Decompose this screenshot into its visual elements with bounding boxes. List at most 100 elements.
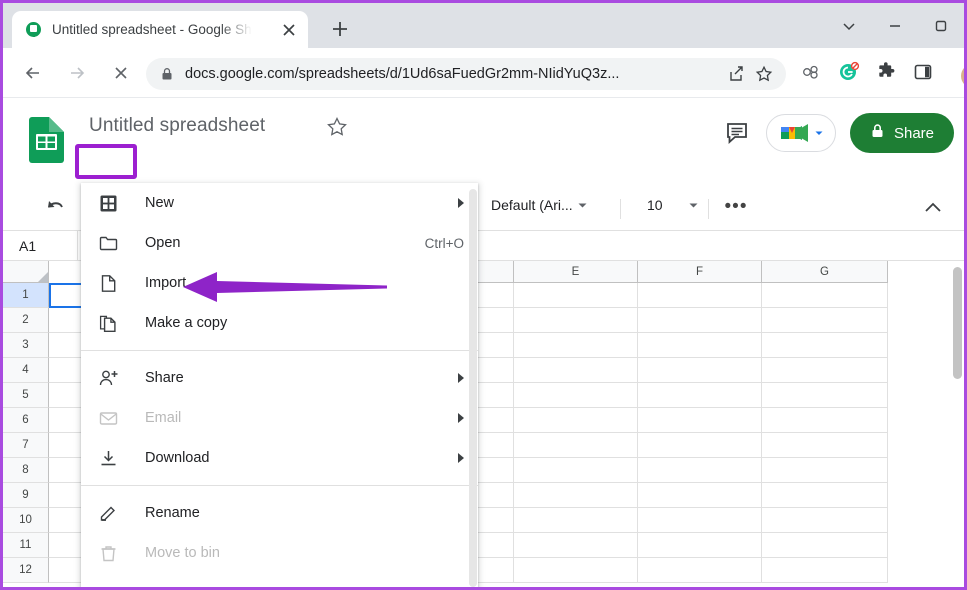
grid-cell[interactable] [638, 558, 762, 583]
bookmark-star-icon[interactable] [750, 60, 778, 88]
grid-cell[interactable] [514, 383, 638, 408]
grid-cell[interactable] [762, 433, 888, 458]
grid-cell[interactable] [638, 533, 762, 558]
menu-item-share[interactable]: Share [81, 358, 478, 398]
maximize-icon[interactable] [918, 5, 964, 47]
grid-cell[interactable] [638, 483, 762, 508]
grid-cell[interactable] [514, 283, 638, 308]
puzzle-extensions-icon[interactable] [872, 58, 900, 86]
comment-icon[interactable] [722, 118, 752, 148]
document-icon [99, 274, 121, 293]
grid-cell[interactable] [638, 308, 762, 333]
menu-separator [81, 485, 478, 486]
star-icon[interactable] [326, 116, 348, 138]
column-header-e[interactable]: E [514, 261, 638, 283]
row-header-11[interactable]: 11 [3, 533, 49, 558]
grid-cell[interactable] [638, 433, 762, 458]
grid-cell[interactable] [762, 333, 888, 358]
chevron-down-icon[interactable] [826, 5, 872, 47]
menu-item-download[interactable]: Download [81, 438, 478, 478]
share-icon[interactable] [722, 60, 750, 88]
grammarly-icon[interactable] [835, 58, 863, 86]
collapse-toolbar-button[interactable] [922, 197, 946, 221]
grid-cell[interactable] [514, 508, 638, 533]
page-title[interactable]: Untitled spreadsheet [89, 115, 265, 137]
column-header-f[interactable]: F [638, 261, 762, 283]
grid-cell[interactable] [762, 533, 888, 558]
menu-item-open[interactable]: OpenCtrl+O [81, 223, 478, 263]
font-size-dropdown[interactable]: 10 [635, 197, 699, 213]
link-chain-icon[interactable] [798, 58, 826, 86]
grid-cell[interactable] [638, 358, 762, 383]
tab-strip: Untitled spreadsheet - Google Sh [3, 3, 964, 48]
row-header-2[interactable]: 2 [3, 308, 49, 333]
grid-cell[interactable] [514, 308, 638, 333]
grid-cell[interactable] [762, 283, 888, 308]
menu-item-rename[interactable]: Rename [81, 493, 478, 533]
grid-cell[interactable] [762, 408, 888, 433]
minimize-icon[interactable] [872, 5, 918, 47]
row-header-6[interactable]: 6 [3, 408, 49, 433]
grid-cell[interactable] [514, 483, 638, 508]
grid-cell[interactable] [514, 358, 638, 383]
download-icon [99, 449, 121, 468]
undo-icon[interactable] [43, 196, 67, 220]
menu-item-import[interactable]: Import [81, 263, 478, 303]
row-header-9[interactable]: 9 [3, 483, 49, 508]
back-button[interactable] [17, 57, 49, 89]
row-header-10[interactable]: 10 [3, 508, 49, 533]
submenu-arrow-icon [458, 373, 464, 383]
grid-vertical-scrollbar[interactable] [953, 267, 962, 379]
grid-cell[interactable] [762, 308, 888, 333]
menu-item-new[interactable]: New [81, 183, 478, 223]
row-header-12[interactable]: 12 [3, 558, 49, 583]
grid-cell[interactable] [514, 433, 638, 458]
grid-cell[interactable] [762, 483, 888, 508]
row-header-3[interactable]: 3 [3, 333, 49, 358]
grid-cell[interactable] [762, 358, 888, 383]
row-header-8[interactable]: 8 [3, 458, 49, 483]
submenu-arrow-icon [458, 453, 464, 463]
grid-cell[interactable] [514, 458, 638, 483]
address-bar[interactable]: docs.google.com/spreadsheets/d/1Ud6saFue… [146, 58, 786, 90]
grid-cell[interactable] [514, 333, 638, 358]
select-all-corner[interactable] [3, 261, 49, 283]
row-header-1[interactable]: 1 [3, 283, 49, 308]
menu-item-label: Import [145, 275, 186, 291]
share-button[interactable]: Share [850, 113, 954, 153]
grid-cell[interactable] [638, 408, 762, 433]
grid-cell[interactable] [514, 533, 638, 558]
avatar[interactable] [961, 64, 967, 88]
new-tab-button[interactable] [328, 17, 352, 41]
menu-item-label: Download [145, 450, 210, 466]
lock-icon [160, 67, 174, 81]
grid-cell[interactable] [514, 408, 638, 433]
column-header-g[interactable]: G [762, 261, 888, 283]
grid-cell[interactable] [762, 508, 888, 533]
menu-item-make-a-copy[interactable]: Make a copy [81, 303, 478, 343]
sheets-header-actions: Share [722, 113, 954, 153]
grid-cell[interactable] [638, 333, 762, 358]
google-meet-icon[interactable] [766, 114, 836, 152]
grid-cell[interactable] [638, 508, 762, 533]
menu-item-label: New [145, 195, 174, 211]
grid-cell[interactable] [514, 558, 638, 583]
close-icon[interactable] [280, 21, 298, 39]
row-header-7[interactable]: 7 [3, 433, 49, 458]
stop-button[interactable] [105, 57, 137, 89]
grid-cell[interactable] [638, 458, 762, 483]
row-header-5[interactable]: 5 [3, 383, 49, 408]
side-panel-icon[interactable] [909, 58, 937, 86]
grid-cell[interactable] [762, 558, 888, 583]
grid-cell[interactable] [762, 383, 888, 408]
grid-cell[interactable] [762, 458, 888, 483]
more-options-button[interactable]: ••• [723, 196, 749, 218]
forward-button[interactable] [61, 57, 93, 89]
grid-cell[interactable] [638, 383, 762, 408]
folder-icon [99, 234, 121, 253]
browser-tab[interactable]: Untitled spreadsheet - Google Sh [12, 11, 308, 48]
row-header-4[interactable]: 4 [3, 358, 49, 383]
grid-cell[interactable] [638, 283, 762, 308]
font-family-dropdown[interactable]: Default (Ari... [491, 197, 588, 213]
name-box[interactable]: A1 [9, 233, 72, 259]
